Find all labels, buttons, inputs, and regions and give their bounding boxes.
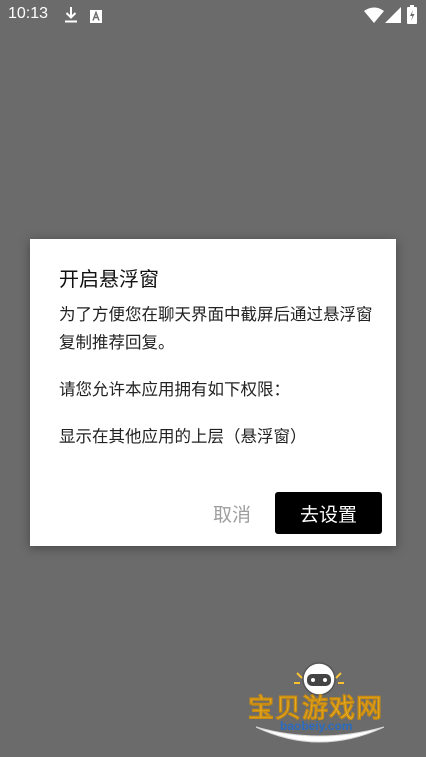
signal-icon — [385, 7, 401, 27]
wifi-icon — [364, 7, 384, 27]
dialog-permission-item: 显示在其他应用的上层（悬浮窗） — [59, 427, 307, 446]
status-bar: 10:13 — [0, 0, 426, 30]
status-time: 10:13 — [8, 5, 49, 22]
download-icon — [63, 6, 79, 28]
go-to-settings-button[interactable]: 去设置 — [275, 492, 382, 534]
battery-charging-icon — [407, 5, 417, 28]
keyboard-a-icon — [90, 8, 102, 27]
dialog-title: 开启悬浮窗 — [59, 267, 159, 291]
cancel-button[interactable]: 取消 — [200, 492, 264, 534]
dialog-body: 为了方便您在聊天界面中截屏后通过悬浮窗复制推荐回复。 请您允许本应用拥有如下权限… — [59, 301, 379, 470]
overlay-permission-dialog: 开启悬浮窗 为了方便您在聊天界面中截屏后通过悬浮窗复制推荐回复。 请您允许本应用… — [30, 239, 396, 546]
dialog-message: 为了方便您在聊天界面中截屏后通过悬浮窗复制推荐回复。 — [59, 305, 373, 352]
watermark-url: baobeiy.com — [280, 719, 353, 733]
watermark-logo: 宝贝游戏网 baobeiy.com — [244, 661, 394, 753]
dialog-permission-intro: 请您允许本应用拥有如下权限： — [59, 380, 290, 399]
